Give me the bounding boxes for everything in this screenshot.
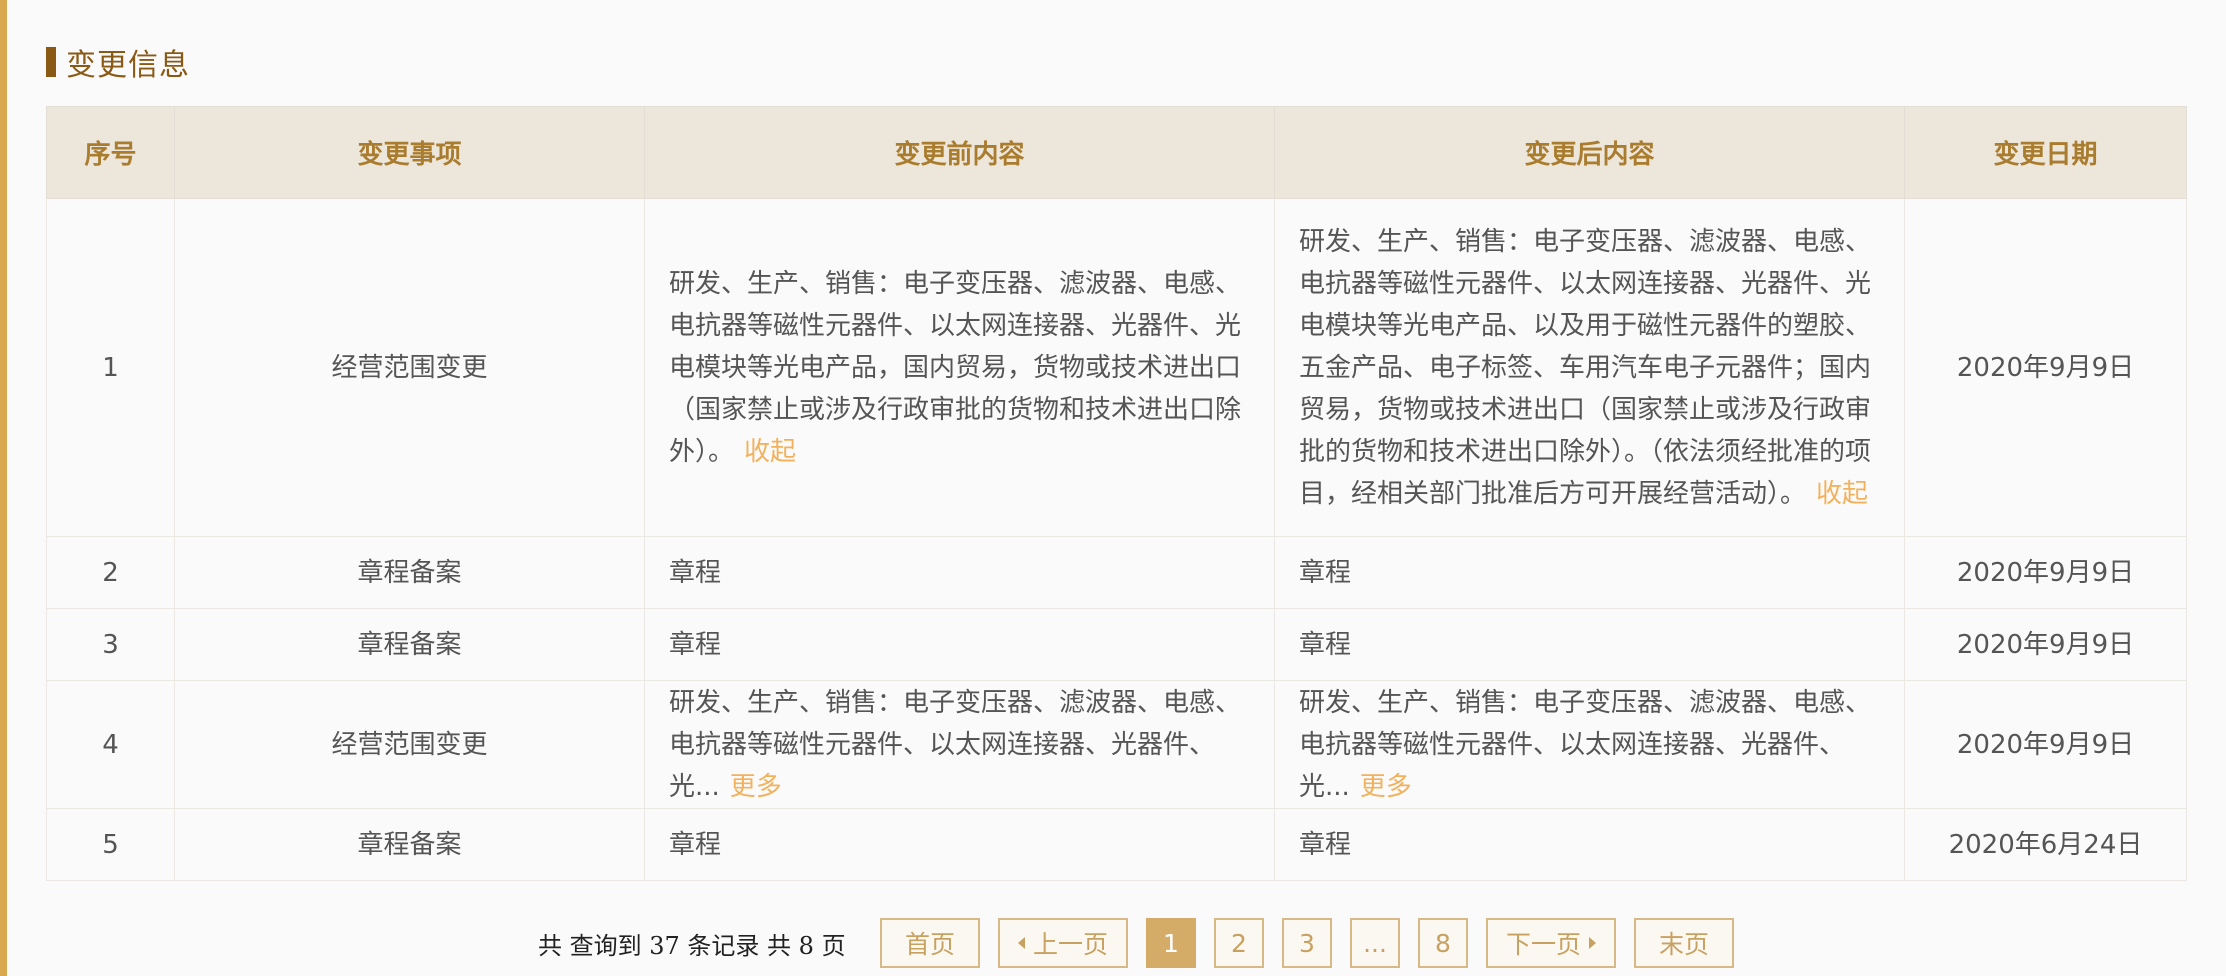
more-link[interactable]: 更多	[730, 772, 782, 802]
table-header-row: 序号 变更事项 变更前内容 变更后内容 变更日期	[46, 106, 2187, 199]
cell-index: 1	[46, 198, 175, 537]
cell-after-content: 研发、生产、销售：电子变压器、滤波器、电感、电抗器等磁性元器件、以太网连接器、光…	[1274, 680, 1905, 809]
next-page-button[interactable]: 下一页	[1486, 918, 1616, 968]
cell-change-item: 经营范围变更	[174, 198, 645, 537]
next-page-label: 下一页	[1505, 930, 1581, 959]
cell-before-content: 研发、生产、销售：电子变压器、滤波器、电感、电抗器等磁性元器件、以太网连接器、光…	[644, 680, 1275, 809]
more-link[interactable]: 更多	[1360, 772, 1412, 802]
page-button-8[interactable]: 8	[1418, 918, 1468, 968]
cell-change-item: 章程备案	[174, 536, 645, 609]
section-title: 变更信息	[46, 40, 190, 84]
cell-before-content: 章程	[644, 608, 1275, 681]
header-before-content: 变更前内容	[644, 106, 1275, 199]
cell-change-date: 2020年9月9日	[1904, 680, 2187, 809]
section-title-text: 变更信息	[66, 48, 190, 83]
cell-index: 2	[46, 536, 175, 609]
table-row: 5 章程备案 章程 章程 2020年6月24日	[46, 808, 2187, 881]
header-change-date: 变更日期	[1904, 106, 2187, 199]
table-row: 1 经营范围变更 研发、生产、销售：电子变压器、滤波器、电感、电抗器等磁性元器件…	[46, 198, 2187, 537]
cell-after-content: 章程	[1274, 808, 1905, 881]
collapse-link[interactable]: 收起	[1816, 479, 1868, 509]
cell-change-item: 经营范围变更	[174, 680, 645, 809]
cell-change-date: 2020年9月9日	[1904, 198, 2187, 537]
page-ellipsis: ...	[1350, 918, 1400, 968]
cell-change-date: 2020年6月24日	[1904, 808, 2187, 881]
cell-change-date: 2020年9月9日	[1904, 536, 2187, 609]
cell-index: 4	[46, 680, 175, 809]
cell-change-date: 2020年9月9日	[1904, 608, 2187, 681]
cell-change-item: 章程备案	[174, 808, 645, 881]
last-page-button[interactable]: 末页	[1634, 918, 1734, 968]
cell-index: 3	[46, 608, 175, 681]
header-after-content: 变更后内容	[1274, 106, 1905, 199]
caret-left-icon	[1017, 937, 1025, 949]
cell-before-content: 章程	[644, 536, 1275, 609]
table-row: 2 章程备案 章程 章程 2020年9月9日	[46, 536, 2187, 609]
change-records-table: 序号 变更事项 变更前内容 变更后内容 变更日期 1 经营范围变更 研发、生产、…	[46, 106, 2187, 881]
collapse-link[interactable]: 收起	[744, 437, 796, 467]
cell-change-item: 章程备案	[174, 608, 645, 681]
page-button-3[interactable]: 3	[1282, 918, 1332, 968]
first-page-button[interactable]: 首页	[880, 918, 980, 968]
pagination-summary: 共 查询到 37 条记录 共 8 页	[538, 932, 846, 960]
caret-right-icon	[1589, 937, 1596, 949]
cell-after-content: 章程	[1274, 536, 1905, 609]
cell-index: 5	[46, 808, 175, 881]
pagination: 共 查询到 37 条记录 共 8 页 首页 上一页 1 2 3 ... 8 下一…	[0, 916, 2226, 970]
cell-before-content: 研发、生产、销售：电子变压器、滤波器、电感、电抗器等磁性元器件、以太网连接器、光…	[644, 198, 1275, 537]
title-marker	[46, 47, 56, 77]
cell-after-content: 章程	[1274, 608, 1905, 681]
header-change-item: 变更事项	[174, 106, 645, 199]
cell-after-content: 研发、生产、销售：电子变压器、滤波器、电感、电抗器等磁性元器件、以太网连接器、光…	[1274, 198, 1905, 537]
page-button-2[interactable]: 2	[1214, 918, 1264, 968]
header-index: 序号	[46, 106, 175, 199]
table-row: 4 经营范围变更 研发、生产、销售：电子变压器、滤波器、电感、电抗器等磁性元器件…	[46, 680, 2187, 809]
page-button-1[interactable]: 1	[1146, 918, 1196, 968]
after-text: 研发、生产、销售：电子变压器、滤波器、电感、电抗器等磁性元器件、以太网连接器、光…	[1299, 226, 1872, 509]
cell-before-content: 章程	[644, 808, 1275, 881]
table-row: 3 章程备案 章程 章程 2020年9月9日	[46, 608, 2187, 681]
first-page-label: 首页	[904, 930, 955, 959]
last-page-label: 末页	[1658, 930, 1709, 959]
prev-page-button[interactable]: 上一页	[998, 918, 1128, 968]
left-accent-bar	[0, 0, 7, 976]
prev-page-label: 上一页	[1032, 930, 1108, 959]
